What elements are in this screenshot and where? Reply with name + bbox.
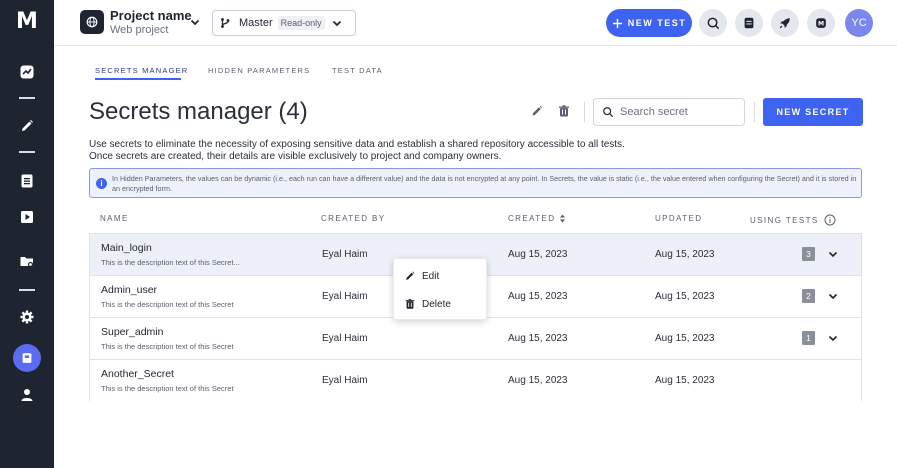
menu-item-edit-label: Edit — [422, 270, 440, 282]
toolbar-divider — [754, 102, 755, 122]
folder-settings-icon[interactable] — [15, 249, 39, 273]
rocket-icon[interactable] — [771, 9, 799, 37]
updated-date: Aug 15, 2023 — [655, 375, 715, 386]
new-secret-button[interactable]: NEW SECRET — [763, 98, 863, 126]
created-by: Eyal Haim — [322, 333, 368, 344]
sidebar: M — [0, 0, 54, 468]
search-icon — [603, 107, 614, 118]
branch-name: Master — [239, 17, 273, 29]
expand-chevron-down-icon[interactable] — [827, 290, 839, 302]
branch-icon — [221, 18, 230, 28]
project-type: Web project — [110, 24, 169, 36]
branch-chevron-down-icon — [332, 20, 341, 27]
created-by: Eyal Haim — [322, 249, 368, 260]
tab-secrets-manager[interactable]: SECRETS MANAGER — [95, 66, 188, 75]
secret-name: Super_admin — [101, 326, 164, 338]
m-badge-icon[interactable]: M — [807, 9, 835, 37]
row-context-menu: Edit Delete — [393, 258, 487, 320]
menu-item-delete-label: Delete — [422, 298, 451, 310]
top-bar: Project name Web project Master Read-onl… — [54, 0, 897, 46]
info-text: In Hidden Parameters, the values can be … — [112, 174, 857, 193]
search-input[interactable] — [620, 106, 740, 118]
secret-description: This is the description text of this Sec… — [101, 300, 234, 309]
expand-chevron-down-icon[interactable] — [827, 248, 839, 260]
sidebar-divider — [19, 151, 35, 153]
column-header-using-tests-label: USING TESTS — [750, 215, 819, 225]
sidebar-divider — [19, 289, 35, 291]
using-tests-count: 2 — [802, 289, 815, 303]
created-by: Eyal Haim — [322, 375, 368, 386]
info-banner: i In Hidden Parameters, the values can b… — [89, 168, 862, 198]
project-chevron-down-icon[interactable] — [188, 15, 202, 29]
dashboard-icon[interactable] — [15, 60, 39, 84]
column-header-created[interactable]: CREATED — [508, 214, 566, 223]
pencil-icon[interactable] — [15, 114, 39, 138]
updated-date: Aug 15, 2023 — [655, 291, 715, 302]
avatar[interactable]: YC — [845, 9, 873, 37]
search-secret-field[interactable] — [593, 98, 745, 126]
plus-icon — [612, 18, 622, 28]
trash-icon[interactable] — [557, 104, 571, 118]
svg-text:M: M — [818, 21, 824, 28]
column-header-name: NAME — [100, 214, 129, 223]
description-line-2: Once secrets are created, their details … — [89, 151, 502, 162]
branch-selector[interactable]: Master Read-only — [212, 10, 356, 36]
active-tab-underline — [95, 78, 181, 80]
created-date: Aug 15, 2023 — [508, 333, 568, 344]
menu-item-edit[interactable]: Edit — [404, 268, 439, 284]
description-line-1: Use secrets to eliminate the necessity o… — [89, 139, 625, 150]
search-icon[interactable] — [699, 9, 727, 37]
created-date: Aug 15, 2023 — [508, 375, 568, 386]
column-header-using-tests: USING TESTS — [750, 214, 836, 226]
gear-icon[interactable] — [15, 305, 39, 329]
column-header-created-label: CREATED — [508, 214, 556, 223]
column-header-created-by: CREATED BY — [321, 214, 386, 223]
page-title: Secrets manager (4) — [89, 98, 308, 125]
secret-name: Another_Secret — [101, 368, 174, 380]
user-icon[interactable] — [15, 383, 39, 407]
tests-list-icon[interactable] — [15, 169, 39, 193]
created-date: Aug 15, 2023 — [508, 249, 568, 260]
toolbar-divider — [584, 102, 585, 122]
column-header-updated: UPDATED — [655, 214, 703, 223]
created-by: Eyal Haim — [322, 291, 368, 302]
trash-icon — [405, 299, 415, 309]
docs-icon[interactable] — [735, 9, 763, 37]
menu-item-delete[interactable]: Delete — [404, 296, 451, 312]
play-icon[interactable] — [15, 205, 39, 229]
secret-name: Admin_user — [101, 284, 158, 296]
table-row[interactable]: Another_Secret This is the description t… — [90, 360, 861, 402]
secret-description: This is the description text of this Sec… — [101, 342, 234, 351]
expand-chevron-down-icon[interactable] — [827, 332, 839, 344]
updated-date: Aug 15, 2023 — [655, 333, 715, 344]
pencil-icon — [406, 271, 415, 280]
tab-hidden-parameters[interactable]: HIDDEN PARAMETERS — [208, 66, 310, 75]
tab-test-data[interactable]: TEST DATA — [332, 66, 383, 75]
new-test-button[interactable]: NEW TEST — [606, 9, 692, 37]
secret-description: This is the description text of this Sec… — [101, 384, 234, 393]
secret-name: Main_login — [101, 242, 152, 254]
new-test-label: NEW TEST — [627, 18, 687, 28]
globe-icon — [80, 10, 104, 34]
info-circle-icon[interactable] — [824, 214, 836, 226]
secrets-icon[interactable] — [13, 344, 41, 372]
sidebar-divider — [19, 97, 35, 99]
using-tests-count: 3 — [802, 247, 815, 261]
created-date: Aug 15, 2023 — [508, 291, 568, 302]
using-tests-count: 1 — [802, 331, 815, 345]
read-only-badge: Read-only — [277, 16, 325, 30]
info-icon: i — [96, 178, 107, 189]
edit-pencil-icon[interactable] — [530, 104, 544, 118]
secret-description: This is the description text of this Sec… — [101, 258, 240, 267]
project-name[interactable]: Project name — [110, 8, 192, 23]
table-row[interactable]: Super_admin This is the description text… — [90, 318, 861, 360]
sort-icon — [560, 214, 566, 223]
updated-date: Aug 15, 2023 — [655, 249, 715, 260]
app-logo[interactable]: M — [12, 9, 42, 35]
